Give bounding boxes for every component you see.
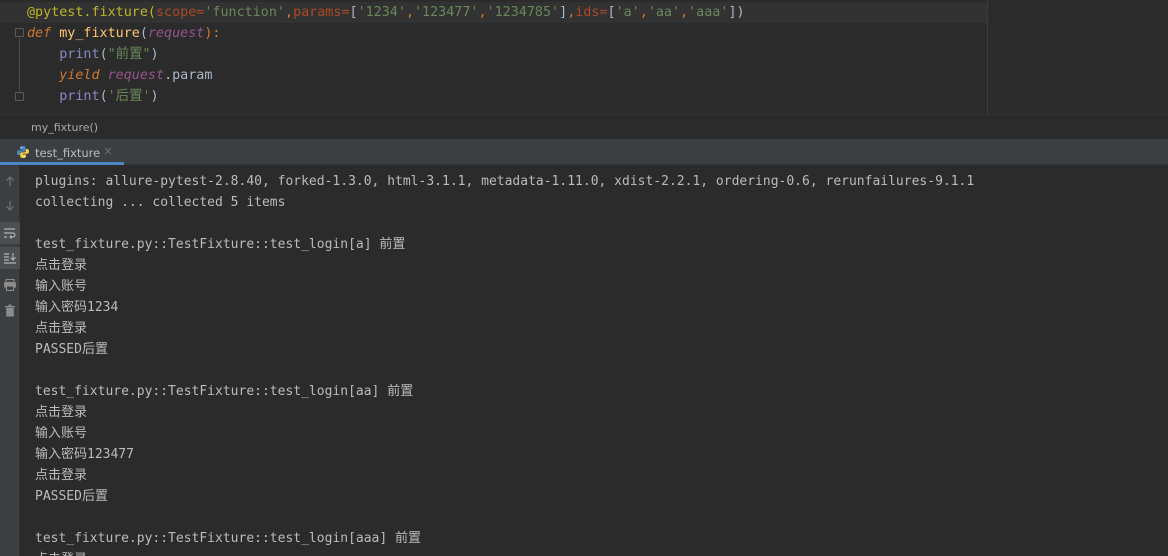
code-token: .param — [164, 68, 213, 83]
code-token: print — [59, 89, 100, 104]
code-token: ): — [204, 26, 221, 41]
breadcrumb-item[interactable]: my_fixture() — [31, 121, 98, 134]
code-line[interactable]: print('后置') — [0, 86, 988, 107]
close-icon[interactable]: × — [103, 144, 113, 158]
console-line: 输入账号 — [35, 279, 88, 294]
code-token: [ — [607, 5, 616, 20]
code-token: 'function' — [204, 5, 285, 20]
code-token: '123477' — [414, 5, 479, 20]
code-text: def my_fixture(request): — [27, 25, 221, 42]
code-token: ] — [559, 5, 568, 20]
console-toolbar — [0, 165, 20, 556]
console-line: 输入账号 — [35, 426, 88, 441]
code-token: ( — [99, 89, 108, 104]
code-token: params= — [293, 5, 350, 20]
code-token: ids= — [575, 5, 608, 20]
code-token: , — [285, 5, 294, 20]
code-token: print — [59, 47, 100, 62]
code-line[interactable]: @pytest.fixture(scope='function',params=… — [0, 2, 988, 23]
print-icon[interactable] — [0, 274, 20, 296]
code-token: '后置' — [107, 89, 151, 104]
code-token: , — [478, 5, 487, 20]
code-line[interactable]: yield request.param — [0, 65, 988, 86]
code-token: ]) — [728, 5, 745, 20]
console-line: test_fixture.py::TestFixture::test_login… — [35, 384, 414, 399]
console-line: test_fixture.py::TestFixture::test_login… — [35, 237, 406, 252]
right-margin-guide — [987, 0, 988, 114]
code-line[interactable]: def my_fixture(request): — [0, 23, 988, 44]
fold-guide — [19, 38, 20, 92]
code-token: def — [27, 26, 60, 41]
trash-icon[interactable] — [0, 299, 20, 321]
code-text: yield request.param — [27, 67, 212, 84]
console-line: 点击登录 — [35, 321, 88, 336]
code-line[interactable]: print("前置") — [0, 44, 988, 65]
code-token: ) — [150, 89, 159, 104]
tab-test-fixture[interactable]: test_fixture × — [0, 140, 124, 165]
code-token: request — [147, 26, 205, 41]
code-token: my_fixture — [59, 26, 140, 41]
code-text: print('后置') — [27, 88, 159, 105]
code-text: @pytest.fixture(scope='function',params=… — [27, 4, 745, 21]
breadcrumb: my_fixture() — [0, 114, 1168, 140]
console-line: 点击登录 — [35, 405, 88, 420]
console-line: 输入密码123477 — [35, 447, 134, 462]
console-output[interactable]: plugins: allure-pytest-2.8.40, forked-1.… — [35, 165, 1155, 556]
python-icon — [17, 146, 29, 158]
console-line: collecting ... collected 5 items — [35, 195, 286, 210]
code-token: 'a' — [615, 5, 640, 20]
code-token: yield — [59, 68, 108, 83]
console-line: PASSED后置 — [35, 489, 108, 504]
code-token: , — [639, 5, 648, 20]
scroll-up-icon[interactable] — [0, 170, 20, 192]
scroll-down-icon[interactable] — [0, 195, 20, 217]
code-token: ( — [99, 47, 108, 62]
code-token: 'aaa' — [688, 5, 729, 20]
fold-icon[interactable] — [15, 28, 24, 37]
code-token: "前置" — [107, 47, 151, 62]
tab-label: test_fixture — [35, 146, 101, 160]
console-line: test_fixture.py::TestFixture::test_login… — [35, 531, 422, 546]
code-token: , — [405, 5, 414, 20]
console-line: plugins: allure-pytest-2.8.40, forked-1.… — [35, 174, 975, 189]
console-line: PASSED后置 — [35, 342, 108, 357]
code-token: scope= — [156, 5, 205, 20]
run-console: plugins: allure-pytest-2.8.40, forked-1.… — [0, 165, 1168, 556]
code-editor[interactable]: @pytest.fixture(scope='function',params=… — [0, 0, 1168, 114]
code-token: '1234' — [357, 5, 406, 20]
code-token: @pytest.fixture( — [27, 5, 156, 20]
scroll-to-end-icon[interactable] — [0, 247, 20, 269]
console-line: 点击登录 — [35, 551, 87, 556]
code-token: , — [680, 5, 689, 20]
code-token: [ — [349, 5, 358, 20]
code-token: ( — [139, 26, 148, 41]
code-token: ) — [150, 47, 159, 62]
console-line: 点击登录 — [35, 468, 88, 483]
code-token: request — [107, 68, 165, 83]
code-token: 'aa' — [647, 5, 681, 20]
console-line: 点击登录 — [35, 258, 88, 273]
code-token: '1234785' — [486, 5, 560, 20]
code-text: print("前置") — [27, 46, 159, 63]
fold-icon[interactable] — [15, 92, 24, 101]
soft-wrap-icon[interactable] — [0, 222, 20, 244]
run-tool-window-tabs: test_fixture × — [0, 140, 1168, 165]
console-line: 输入密码1234 — [35, 300, 119, 315]
